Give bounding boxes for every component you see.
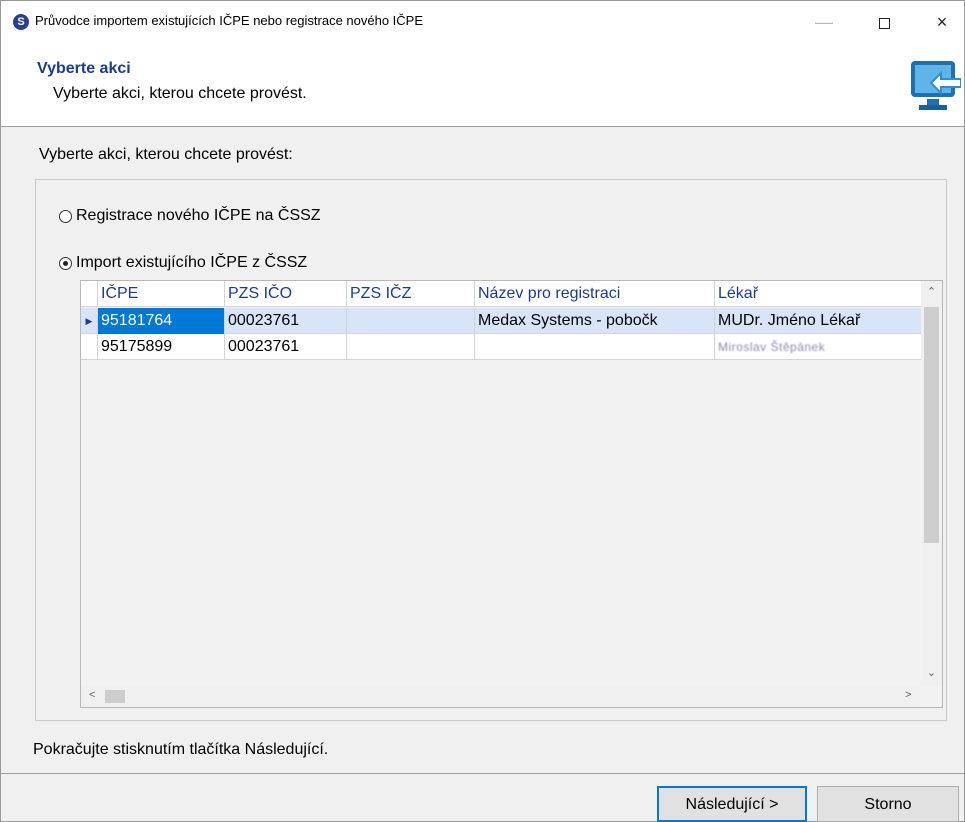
minimize-icon: — bbox=[815, 12, 833, 32]
vertical-scrollbar[interactable]: ⌃ ⌄ bbox=[921, 281, 942, 686]
wizard-header: Vyberte akci Vyberte akci, kterou chcete… bbox=[1, 43, 964, 127]
column-header-nazev[interactable]: Název pro registraci bbox=[475, 281, 715, 307]
cell-icpe[interactable]: 95181764 bbox=[98, 308, 225, 334]
scroll-up-icon[interactable]: ⌃ bbox=[921, 285, 942, 298]
cancel-button[interactable]: Storno bbox=[817, 786, 959, 822]
cell-lekar[interactable]: Miroslav Štěpánek bbox=[715, 334, 921, 360]
cell-nazev[interactable] bbox=[475, 334, 715, 360]
horizontal-scroll-thumb[interactable] bbox=[105, 690, 125, 703]
current-row-arrow-icon: ▶ bbox=[81, 308, 98, 334]
header-subtitle: Vyberte akci, kterou chcete provést. bbox=[53, 85, 307, 102]
table-row[interactable]: ▶ 95181764 00023761 Medax Systems - pobo… bbox=[81, 308, 921, 334]
minimize-button[interactable]: — bbox=[801, 1, 847, 43]
cell-nazev[interactable]: Medax Systems - pobočk bbox=[475, 308, 715, 334]
app-icon: S bbox=[13, 14, 29, 30]
row-indicator bbox=[81, 334, 98, 360]
window-title: Průvodce importem existujících IČPE nebo… bbox=[35, 13, 424, 28]
cell-icpe[interactable]: 95175899 bbox=[98, 334, 225, 360]
cell-pzs-ico[interactable]: 00023761 bbox=[225, 308, 347, 334]
radio-import-existing-label: Import existujícího IČPE z ČSSZ bbox=[76, 254, 308, 271]
table-header: IČPE PZS IČO PZS IČZ Název pro registrac… bbox=[81, 281, 921, 307]
wizard-window: S Průvodce importem existujících IČPE ne… bbox=[0, 0, 965, 822]
radio-register-new[interactable]: Registrace nového IČPE na ČSSZ bbox=[59, 207, 321, 225]
footer-divider bbox=[1, 773, 964, 774]
column-header-pzs-icz[interactable]: PZS IČZ bbox=[347, 281, 475, 307]
cell-pzs-icz[interactable] bbox=[347, 308, 475, 334]
radio-import-existing[interactable]: Import existujícího IČPE z ČSSZ bbox=[59, 254, 307, 272]
horizontal-scrollbar[interactable]: < > bbox=[81, 686, 921, 707]
column-header-lekar[interactable]: Lékař bbox=[715, 281, 921, 307]
radio-indicator[interactable] bbox=[59, 256, 72, 270]
header-title: Vyberte akci bbox=[37, 60, 131, 77]
close-icon: × bbox=[936, 12, 948, 32]
row-indicator-header bbox=[81, 281, 98, 307]
cell-lekar-blurred: Miroslav Štěpánek bbox=[718, 340, 826, 354]
icpe-table[interactable]: IČPE PZS IČO PZS IČZ Název pro registrac… bbox=[80, 280, 943, 708]
radio-register-new-label: Registrace nového IČPE na ČSSZ bbox=[76, 207, 321, 224]
maximize-button[interactable] bbox=[861, 1, 907, 43]
footer-hint: Pokračujte stisknutím tlačítka Následují… bbox=[33, 741, 329, 758]
close-button[interactable]: × bbox=[919, 1, 965, 43]
maximize-icon bbox=[878, 17, 890, 29]
action-prompt: Vyberte akci, kterou chcete provést: bbox=[39, 146, 293, 163]
vertical-scroll-thumb[interactable] bbox=[924, 307, 939, 543]
column-header-icpe[interactable]: IČPE bbox=[98, 281, 225, 307]
table-row[interactable]: 95175899 00023761 Miroslav Štěpánek bbox=[81, 334, 921, 360]
cell-lekar[interactable]: MUDr. Jméno Lékař bbox=[715, 308, 921, 334]
cell-pzs-icz[interactable] bbox=[347, 334, 475, 360]
radio-indicator[interactable] bbox=[59, 209, 72, 223]
title-bar[interactable]: S Průvodce importem existujících IČPE ne… bbox=[1, 1, 964, 43]
next-button[interactable]: Následující > bbox=[657, 786, 807, 822]
scroll-down-icon[interactable]: ⌄ bbox=[921, 666, 942, 679]
import-computer-icon bbox=[911, 61, 961, 110]
scroll-left-icon[interactable]: < bbox=[89, 689, 95, 701]
column-header-pzs-ico[interactable]: PZS IČO bbox=[225, 281, 347, 307]
cell-pzs-ico[interactable]: 00023761 bbox=[225, 334, 347, 360]
scroll-right-icon[interactable]: > bbox=[905, 689, 911, 701]
